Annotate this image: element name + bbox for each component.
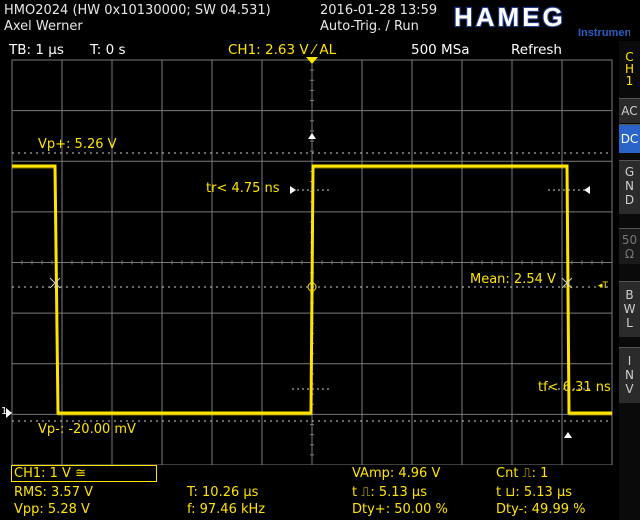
- vamp-readout: VAmp: 4.96 V: [352, 466, 441, 481]
- screen-markers: [6, 57, 612, 438]
- fall-arrow-left: [584, 186, 590, 194]
- vpp-readout: Vpp: 5.28 V: [14, 502, 90, 517]
- sidebar-channel-1: 1: [625, 74, 634, 88]
- scope-display[interactable]: [0, 0, 619, 465]
- frequency-readout: f: 97.46 kHz: [187, 502, 266, 517]
- trigger-level-marker[interactable]: ◂T: [598, 281, 608, 291]
- coupling-gnd-button[interactable]: G N D: [619, 160, 640, 214]
- impedance-50ohm-button[interactable]: 50 Ω: [619, 228, 640, 264]
- coupling-ac-button[interactable]: AC: [619, 98, 640, 123]
- mean-label: Mean: 2.54 V: [470, 272, 556, 287]
- period-readout: T: 10.26 µs: [187, 485, 259, 500]
- invert-button[interactable]: I N V: [619, 347, 640, 403]
- fall-arrow-up: [564, 432, 572, 438]
- rms-readout: RMS: 3.57 V: [14, 485, 93, 500]
- rise-time-label: tr< 4.75 ns: [206, 181, 280, 196]
- channel-sidebar: C H 1 AC DC G N D 50 Ω B W L I N V: [619, 41, 640, 520]
- vp-minus-label: Vp-: -20.00 mV: [38, 422, 136, 437]
- pos-duty-readout: Dty+: 50.00 %: [352, 502, 448, 517]
- rise-arrow-right: [290, 186, 296, 194]
- neg-duty-readout: Dty-: 49.99 %: [496, 502, 586, 517]
- neg-width-readout: t ⊔: 5.13 µs: [496, 485, 573, 500]
- count-readout: Cnt ⎍: 1: [496, 466, 549, 481]
- channel-scale-readout[interactable]: CH1: 1 V ≅: [14, 466, 86, 481]
- pos-width-readout: t ⎍: 5.13 µs: [352, 485, 427, 500]
- coupling-dc-button[interactable]: DC: [619, 124, 640, 153]
- bandwidth-limit-button[interactable]: B W L: [619, 281, 640, 337]
- fall-time-label: tf< 6.31 ns: [538, 380, 611, 395]
- vp-plus-label: Vp+: 5.26 V: [38, 137, 117, 152]
- rise-arrow-up: [308, 133, 316, 139]
- channel-ground-marker[interactable]: 1: [1, 406, 7, 417]
